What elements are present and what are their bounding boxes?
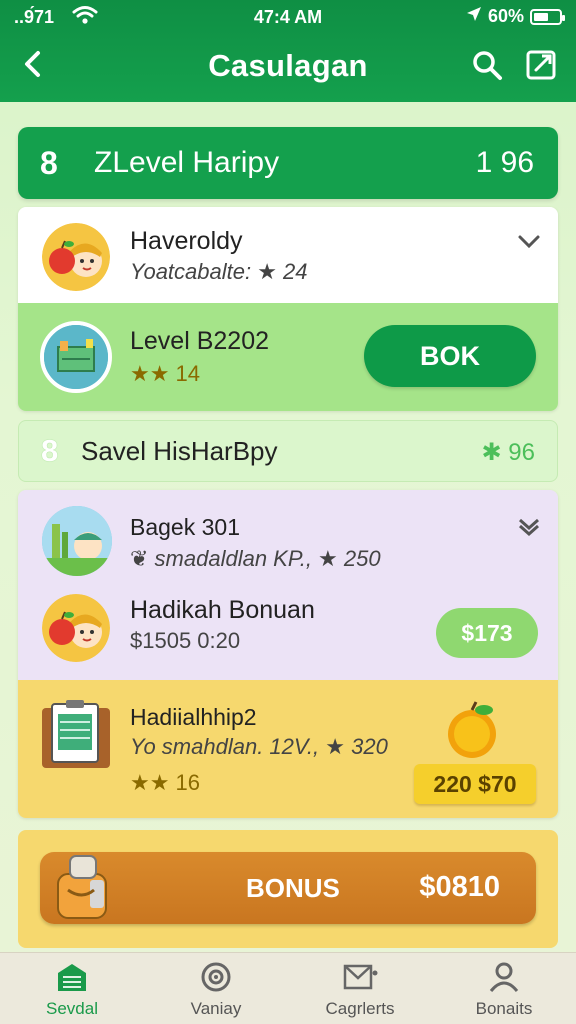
price-tag[interactable]: 220 $70 bbox=[414, 764, 536, 804]
price-button[interactable]: $173 bbox=[436, 608, 538, 658]
chevron-down-icon[interactable] bbox=[516, 514, 542, 540]
item-stars: ★★ 14 bbox=[130, 361, 201, 386]
search-icon[interactable] bbox=[470, 48, 504, 82]
bar-label: Savel HisHarBpy bbox=[81, 436, 278, 466]
item-stars: ★★ 16 bbox=[130, 770, 201, 795]
nav-label: Bonaits bbox=[475, 999, 533, 1018]
level-banner[interactable]: 8 ZLevel Haripy 1 96 bbox=[18, 127, 558, 199]
battery-percent: 60% bbox=[487, 6, 524, 26]
list-item[interactable]: Level B2202 ★★ 14 BOK bbox=[18, 303, 558, 411]
item-title: Hadikah Bonuan bbox=[130, 596, 315, 624]
item-subtitle: Yo smahdlan. 12V., ★ 320 bbox=[130, 734, 388, 759]
nav-label: Sevdal bbox=[46, 999, 98, 1018]
nav-item-sevdal[interactable]: Sevdal bbox=[0, 953, 144, 1024]
bonus-section: BONUS $0810 bbox=[18, 830, 558, 948]
item-title: Level B2202 bbox=[130, 327, 270, 355]
chevron-down-icon[interactable] bbox=[516, 229, 542, 255]
top-bar: ..9́71 47:4 AM 60% Casulagan bbox=[0, 0, 576, 102]
item-subtitle: $1505 0:20 bbox=[130, 628, 241, 653]
level-bar[interactable]: 8 Savel HisHarBpy ✱ 96 bbox=[18, 420, 558, 482]
banner-score: 1 96 bbox=[475, 146, 534, 179]
item-subtitle: ❦ smadaldlan ΚΡ., ★ 250 bbox=[130, 546, 381, 571]
bonus-label: BONUS bbox=[246, 873, 340, 903]
target-icon bbox=[198, 961, 234, 993]
status-right: 60% bbox=[466, 6, 565, 27]
gift-bag-icon bbox=[50, 850, 114, 926]
list-item[interactable]: Haveroldy Yoatcabalte: ★ 24 bbox=[18, 207, 558, 303]
battery-icon bbox=[530, 8, 565, 25]
banner-number: 8 bbox=[40, 145, 58, 181]
profile-icon bbox=[486, 961, 522, 993]
clipboard-icon bbox=[40, 700, 112, 772]
shop-icon bbox=[54, 961, 90, 993]
avatar-explorer-icon bbox=[42, 506, 112, 576]
bar-number: 8 bbox=[41, 433, 59, 468]
status-bar: ..9́71 47:4 AM 60% bbox=[0, 0, 576, 34]
nav-label: Cagrlerts bbox=[325, 999, 395, 1018]
list-item[interactable]: Bagek 301 ❦ smadaldlan ΚΡ., ★ 250 bbox=[18, 490, 558, 582]
item-title: Bagek 301 bbox=[130, 514, 240, 540]
bottom-nav: Sevdal Vaniay Cagrlerts Bonaits bbox=[0, 952, 576, 1024]
app-header: Casulagan bbox=[0, 34, 576, 100]
avatar-apple-kid-icon bbox=[42, 594, 110, 662]
nav-item-bonaits[interactable]: Bonaits bbox=[432, 953, 576, 1024]
mail-icon bbox=[342, 961, 378, 993]
orange-fruit-icon bbox=[442, 700, 504, 762]
item-subtitle: Yoatcabalte: ★ 24 bbox=[130, 259, 308, 284]
bok-button[interactable]: BOK bbox=[364, 325, 536, 387]
item-title: Haveroldy bbox=[130, 227, 243, 255]
avatar-board-icon bbox=[40, 321, 112, 393]
nav-item-cagrlerts[interactable]: Cagrlerts bbox=[288, 953, 432, 1024]
location-icon bbox=[466, 6, 482, 27]
purple-section: Bagek 301 ❦ smadaldlan ΚΡ., ★ 250 Hadika… bbox=[18, 490, 558, 680]
bonus-amount: $0810 bbox=[419, 871, 500, 903]
item-title: Hadiialhhip2 bbox=[130, 704, 257, 730]
banner-label: ZLevel Haripy bbox=[94, 146, 280, 179]
nav-item-vaniay[interactable]: Vaniay bbox=[144, 953, 288, 1024]
bonus-button[interactable]: BONUS $0810 bbox=[40, 852, 536, 924]
level-card: Haveroldy Yoatcabalte: ★ 24 Level B2202 … bbox=[18, 207, 558, 411]
bar-score: ✱ 96 bbox=[481, 439, 535, 466]
reward-card: Bagek 301 ❦ smadaldlan ΚΡ., ★ 250 Hadika… bbox=[18, 490, 558, 818]
list-item[interactable]: Hadiialhhip2 Yo smahdlan. 12V., ★ 320 ★★… bbox=[18, 680, 558, 818]
edit-icon[interactable] bbox=[524, 48, 558, 82]
nav-label: Vaniay bbox=[190, 999, 242, 1018]
avatar-apple-kid-icon bbox=[42, 223, 110, 291]
